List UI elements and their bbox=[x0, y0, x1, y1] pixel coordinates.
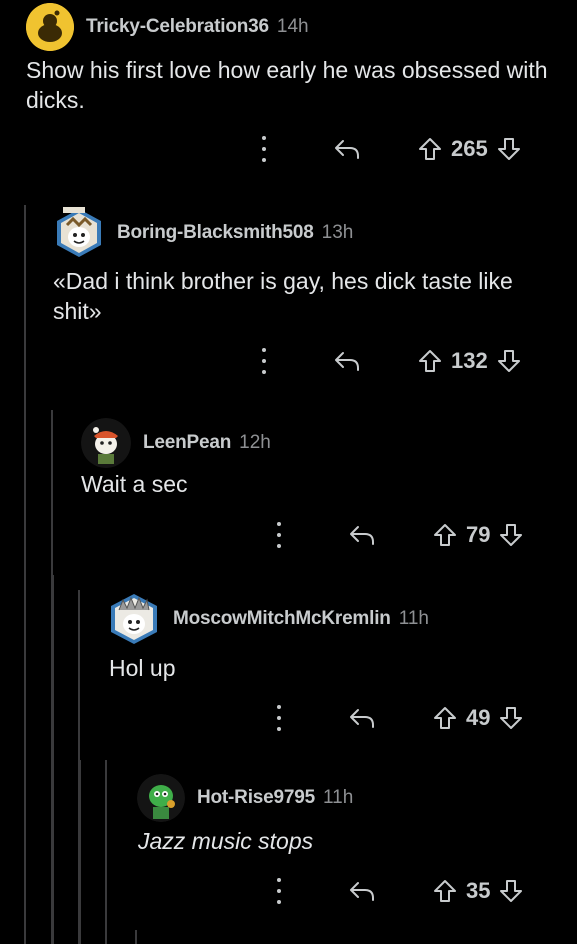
vote-score: 35 bbox=[466, 878, 491, 903]
upvote-icon[interactable] bbox=[417, 348, 443, 374]
avatar[interactable] bbox=[81, 418, 131, 468]
comment-actions: 35 bbox=[274, 876, 524, 906]
thread-line bbox=[135, 930, 137, 944]
vote-controls: 35 bbox=[432, 878, 524, 904]
reply-button[interactable] bbox=[348, 879, 376, 903]
more-icon[interactable] bbox=[274, 705, 284, 731]
reply-button[interactable] bbox=[348, 706, 376, 730]
username[interactable]: Tricky-Celebration36 bbox=[86, 16, 269, 38]
reply-icon bbox=[350, 709, 374, 728]
avatar[interactable] bbox=[53, 207, 105, 259]
comment-header: MoscowMitchMcKremlin 11h bbox=[107, 592, 429, 646]
more-icon[interactable] bbox=[259, 348, 269, 374]
vote-score: 265 bbox=[451, 136, 488, 161]
comment-body: Show his first love how early he was obs… bbox=[26, 57, 548, 113]
timestamp: 13h bbox=[321, 222, 354, 243]
vote-score: 79 bbox=[466, 522, 491, 547]
vote-controls: 79 bbox=[432, 522, 524, 548]
comment-body: Hol up bbox=[109, 655, 176, 681]
avatar[interactable] bbox=[26, 3, 74, 51]
reply-button[interactable] bbox=[348, 523, 376, 547]
comment-header: Tricky-Celebration36 14h bbox=[26, 3, 309, 51]
vote-controls: 265 bbox=[417, 136, 522, 162]
reply-icon bbox=[350, 526, 374, 545]
downvote-icon[interactable] bbox=[498, 878, 524, 904]
avatar[interactable] bbox=[107, 592, 161, 646]
more-icon[interactable] bbox=[274, 522, 284, 548]
avatar[interactable] bbox=[137, 774, 185, 822]
vote-controls: 49 bbox=[432, 705, 524, 731]
comment-actions: 79 bbox=[274, 520, 524, 550]
comment-body: «Dad i think brother is gay, hes dick ta… bbox=[53, 268, 513, 324]
upvote-icon[interactable] bbox=[417, 136, 443, 162]
more-icon[interactable] bbox=[274, 878, 284, 904]
comment-actions: 265 bbox=[259, 134, 522, 164]
comment-header: Hot-Rise9795 11h bbox=[137, 774, 353, 822]
reply-icon bbox=[335, 140, 359, 159]
upvote-icon[interactable] bbox=[432, 878, 458, 904]
timestamp: 14h bbox=[276, 16, 309, 37]
comment-actions: 49 bbox=[274, 703, 524, 733]
reply-button[interactable] bbox=[333, 137, 361, 161]
comment-header: Boring-Blacksmith508 13h bbox=[53, 207, 353, 259]
username[interactable]: Hot-Rise9795 bbox=[197, 787, 315, 809]
thread-line bbox=[52, 575, 54, 944]
timestamp: 11h bbox=[398, 608, 429, 629]
downvote-icon[interactable] bbox=[496, 136, 522, 162]
username[interactable]: LeenPean bbox=[143, 432, 231, 454]
upvote-icon[interactable] bbox=[432, 522, 458, 548]
thread-line bbox=[79, 760, 81, 944]
vote-score: 49 bbox=[466, 705, 491, 730]
vote-score: 132 bbox=[451, 348, 488, 373]
more-icon[interactable] bbox=[259, 136, 269, 162]
username[interactable]: Boring-Blacksmith508 bbox=[117, 222, 314, 244]
comment-body: Wait a sec bbox=[81, 471, 188, 497]
reply-icon bbox=[350, 882, 374, 901]
comment-actions: 132 bbox=[259, 346, 522, 376]
thread-line bbox=[105, 760, 107, 944]
timestamp: 12h bbox=[239, 432, 271, 453]
thread-line bbox=[24, 205, 26, 944]
vote-controls: 132 bbox=[417, 348, 522, 374]
username[interactable]: MoscowMitchMcKremlin bbox=[173, 608, 391, 630]
reply-icon bbox=[335, 352, 359, 371]
timestamp: 11h bbox=[322, 787, 354, 808]
comment-body: Jazz music stops bbox=[138, 828, 314, 854]
comment-header: LeenPean 12h bbox=[81, 418, 271, 468]
reply-button[interactable] bbox=[333, 349, 361, 373]
upvote-icon[interactable] bbox=[432, 705, 458, 731]
downvote-icon[interactable] bbox=[498, 705, 524, 731]
downvote-icon[interactable] bbox=[498, 522, 524, 548]
downvote-icon[interactable] bbox=[496, 348, 522, 374]
